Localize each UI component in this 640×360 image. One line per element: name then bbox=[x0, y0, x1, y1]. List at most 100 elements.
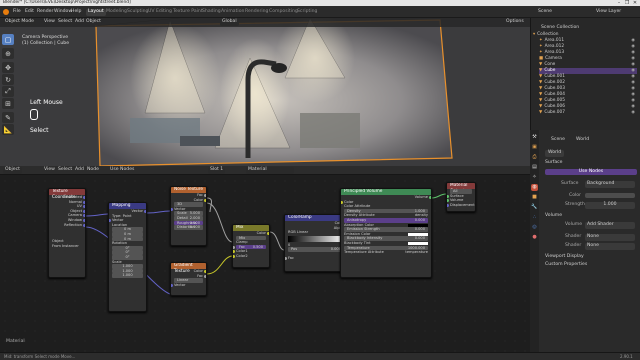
editor-type-dropdown[interactable]: Object bbox=[3, 167, 22, 174]
options-dropdown[interactable]: Options bbox=[506, 19, 524, 25]
mapping-node[interactable]: Mapping Vector Type: Point Vector Locati… bbox=[108, 202, 147, 312]
move-tool-icon[interactable]: ✥ bbox=[2, 62, 14, 73]
socket-icon[interactable] bbox=[171, 283, 173, 287]
node-menu-view[interactable]: View bbox=[44, 167, 55, 173]
socket-icon[interactable] bbox=[204, 270, 206, 273]
menu-help[interactable]: Help bbox=[71, 9, 81, 15]
input-socket[interactable]: Displacement bbox=[447, 203, 475, 208]
shader-node-editor[interactable]: Texture Coordinate Generated Normal UV O… bbox=[0, 166, 530, 352]
custom-properties-header[interactable]: Custom Properties bbox=[545, 262, 587, 268]
cursor-tool-icon[interactable]: ⊕ bbox=[2, 48, 14, 59]
socket-icon[interactable] bbox=[83, 200, 85, 204]
material-output-node[interactable]: Material Output All Surface Volume Displ… bbox=[446, 182, 476, 212]
world-name-field[interactable]: World bbox=[545, 150, 565, 157]
scale-tool-icon[interactable]: ⤢ bbox=[2, 86, 14, 97]
viewport-menu-select[interactable]: Select bbox=[58, 19, 72, 25]
noise-texture-node[interactable]: Noise Texture Fac Color 3D Vector Scale 5… bbox=[170, 186, 207, 246]
menu-window[interactable]: Window bbox=[54, 9, 72, 15]
socket-icon[interactable] bbox=[83, 214, 85, 218]
socket-icon[interactable] bbox=[233, 254, 235, 258]
use-nodes-button[interactable]: Use Nodes bbox=[545, 169, 637, 175]
color-ramp-node[interactable]: ColorRamp Color Alpha RGB Linear 0 Pos0.… bbox=[284, 214, 348, 272]
shader2-field[interactable]: None bbox=[585, 243, 635, 250]
input-socket[interactable]: Color2 bbox=[233, 254, 269, 259]
output-tab-icon[interactable]: ⎙ bbox=[531, 154, 538, 161]
volume-field[interactable]: Temperature Attribute temperature bbox=[341, 250, 431, 255]
tab-uv-editing[interactable]: UV Editing bbox=[146, 9, 174, 16]
volume-section-header[interactable]: Volume bbox=[545, 213, 562, 219]
visibility-eye-icon[interactable]: ◉ bbox=[631, 110, 635, 116]
socket-icon[interactable] bbox=[429, 196, 431, 199]
socket-icon[interactable] bbox=[447, 194, 449, 198]
socket-icon[interactable] bbox=[83, 209, 85, 213]
tab-layout[interactable]: Layout bbox=[86, 9, 106, 16]
tool-tab-icon[interactable]: ⚒ bbox=[531, 134, 538, 141]
viewport-display-header[interactable]: Viewport Display bbox=[545, 254, 584, 260]
properties-world-tab[interactable]: World bbox=[576, 137, 589, 143]
color-swatch[interactable] bbox=[408, 223, 428, 227]
viewport-menu-object[interactable]: Object bbox=[86, 19, 101, 25]
annotate-tool-icon[interactable]: ✎ bbox=[2, 112, 14, 123]
socket-icon[interactable] bbox=[83, 218, 85, 222]
mix-rgb-node[interactable]: Mix Color Mix Clamp Fac 0.500 Color1 Colo… bbox=[232, 224, 270, 268]
transform-tool-icon[interactable]: ⊞ bbox=[2, 98, 14, 109]
color-swatch[interactable] bbox=[585, 193, 635, 198]
select-tool-icon[interactable]: ▢ bbox=[2, 34, 14, 45]
distortion-field[interactable]: Distortion 0.000 bbox=[174, 225, 203, 230]
socket-icon[interactable] bbox=[83, 196, 85, 199]
scale-z-field[interactable]: 1.000 bbox=[112, 273, 143, 278]
gradient-texture-node[interactable]: Gradient Texture Color Fac Linear Vector bbox=[170, 262, 207, 296]
material-slot-dropdown[interactable]: Slot 1 bbox=[208, 167, 226, 174]
socket-icon[interactable] bbox=[233, 245, 235, 249]
node-menu-select[interactable]: Select bbox=[58, 167, 72, 173]
ramp-mode-row[interactable]: RGB Linear bbox=[285, 230, 347, 235]
mode-dropdown[interactable]: Object Mode bbox=[3, 19, 36, 26]
socket-icon[interactable] bbox=[447, 203, 449, 207]
strength-field[interactable]: 1.000 bbox=[585, 202, 635, 209]
measure-tool-icon[interactable]: 📐 bbox=[2, 124, 14, 135]
render-tab-icon[interactable]: ▣ bbox=[531, 144, 538, 151]
socket-icon[interactable] bbox=[233, 250, 235, 254]
blender-logo-icon[interactable] bbox=[3, 9, 9, 15]
output-socket[interactable]: Color bbox=[233, 231, 269, 236]
socket-icon[interactable] bbox=[144, 210, 146, 213]
material-selector[interactable]: Material bbox=[246, 167, 294, 174]
position-field[interactable]: Pos 0.000 bbox=[288, 247, 344, 252]
node-menu-add[interactable]: Add bbox=[75, 167, 84, 173]
location-y-field[interactable]: 0 m bbox=[112, 231, 143, 237]
node-menu-node[interactable]: Node bbox=[87, 167, 99, 173]
socket-icon[interactable] bbox=[285, 256, 287, 260]
surface-section-header[interactable]: Surface bbox=[545, 160, 563, 166]
modifier-tab-icon[interactable]: 🔧 bbox=[531, 204, 538, 211]
socket-icon[interactable] bbox=[204, 274, 206, 278]
use-nodes-toggle[interactable]: Use Nodes bbox=[110, 167, 134, 173]
outliner-row[interactable]: ▼ Cube.007 ◉ bbox=[539, 110, 637, 116]
socket-icon[interactable] bbox=[204, 198, 206, 202]
socket-icon[interactable] bbox=[83, 205, 85, 209]
menu-file[interactable]: File bbox=[13, 9, 21, 15]
particles-tab-icon[interactable]: ∴ bbox=[531, 214, 538, 221]
input-socket[interactable]: Fac bbox=[285, 256, 347, 261]
socket-icon[interactable] bbox=[267, 232, 269, 235]
from-instancer-checkbox[interactable]: From Instancer bbox=[49, 244, 85, 249]
material-tab-icon[interactable]: ● bbox=[531, 234, 538, 241]
principled-volume-node[interactable]: Principled Volume Volume Color Color Att… bbox=[340, 188, 432, 278]
3d-viewport[interactable]: Left Mouse Select Camera Perspective (1)… bbox=[0, 18, 530, 166]
viewport-menu-add[interactable]: Add bbox=[75, 19, 84, 25]
socket-icon[interactable] bbox=[83, 223, 85, 227]
world-tab-icon[interactable]: ◍ bbox=[531, 184, 538, 191]
color-swatch[interactable] bbox=[408, 241, 428, 245]
volume-shader-field[interactable]: Add Shader bbox=[585, 222, 635, 229]
socket-icon[interactable] bbox=[204, 194, 206, 197]
scene-tab-icon[interactable]: ✧ bbox=[531, 174, 538, 181]
texture-coordinate-node[interactable]: Texture Coordinate Generated Normal UV O… bbox=[48, 188, 86, 278]
physics-tab-icon[interactable]: ◎ bbox=[531, 224, 538, 231]
color-ramp-gradient[interactable] bbox=[288, 235, 344, 242]
rotate-tool-icon[interactable]: ↻ bbox=[2, 74, 14, 85]
menu-render[interactable]: Render bbox=[37, 9, 53, 15]
surface-shader-field[interactable]: Background bbox=[585, 181, 635, 188]
transform-orientation-dropdown[interactable]: Global bbox=[220, 19, 239, 26]
color-swatch[interactable] bbox=[408, 232, 428, 236]
viewport-menu-view[interactable]: View bbox=[44, 19, 55, 25]
socket-icon[interactable] bbox=[109, 219, 111, 223]
